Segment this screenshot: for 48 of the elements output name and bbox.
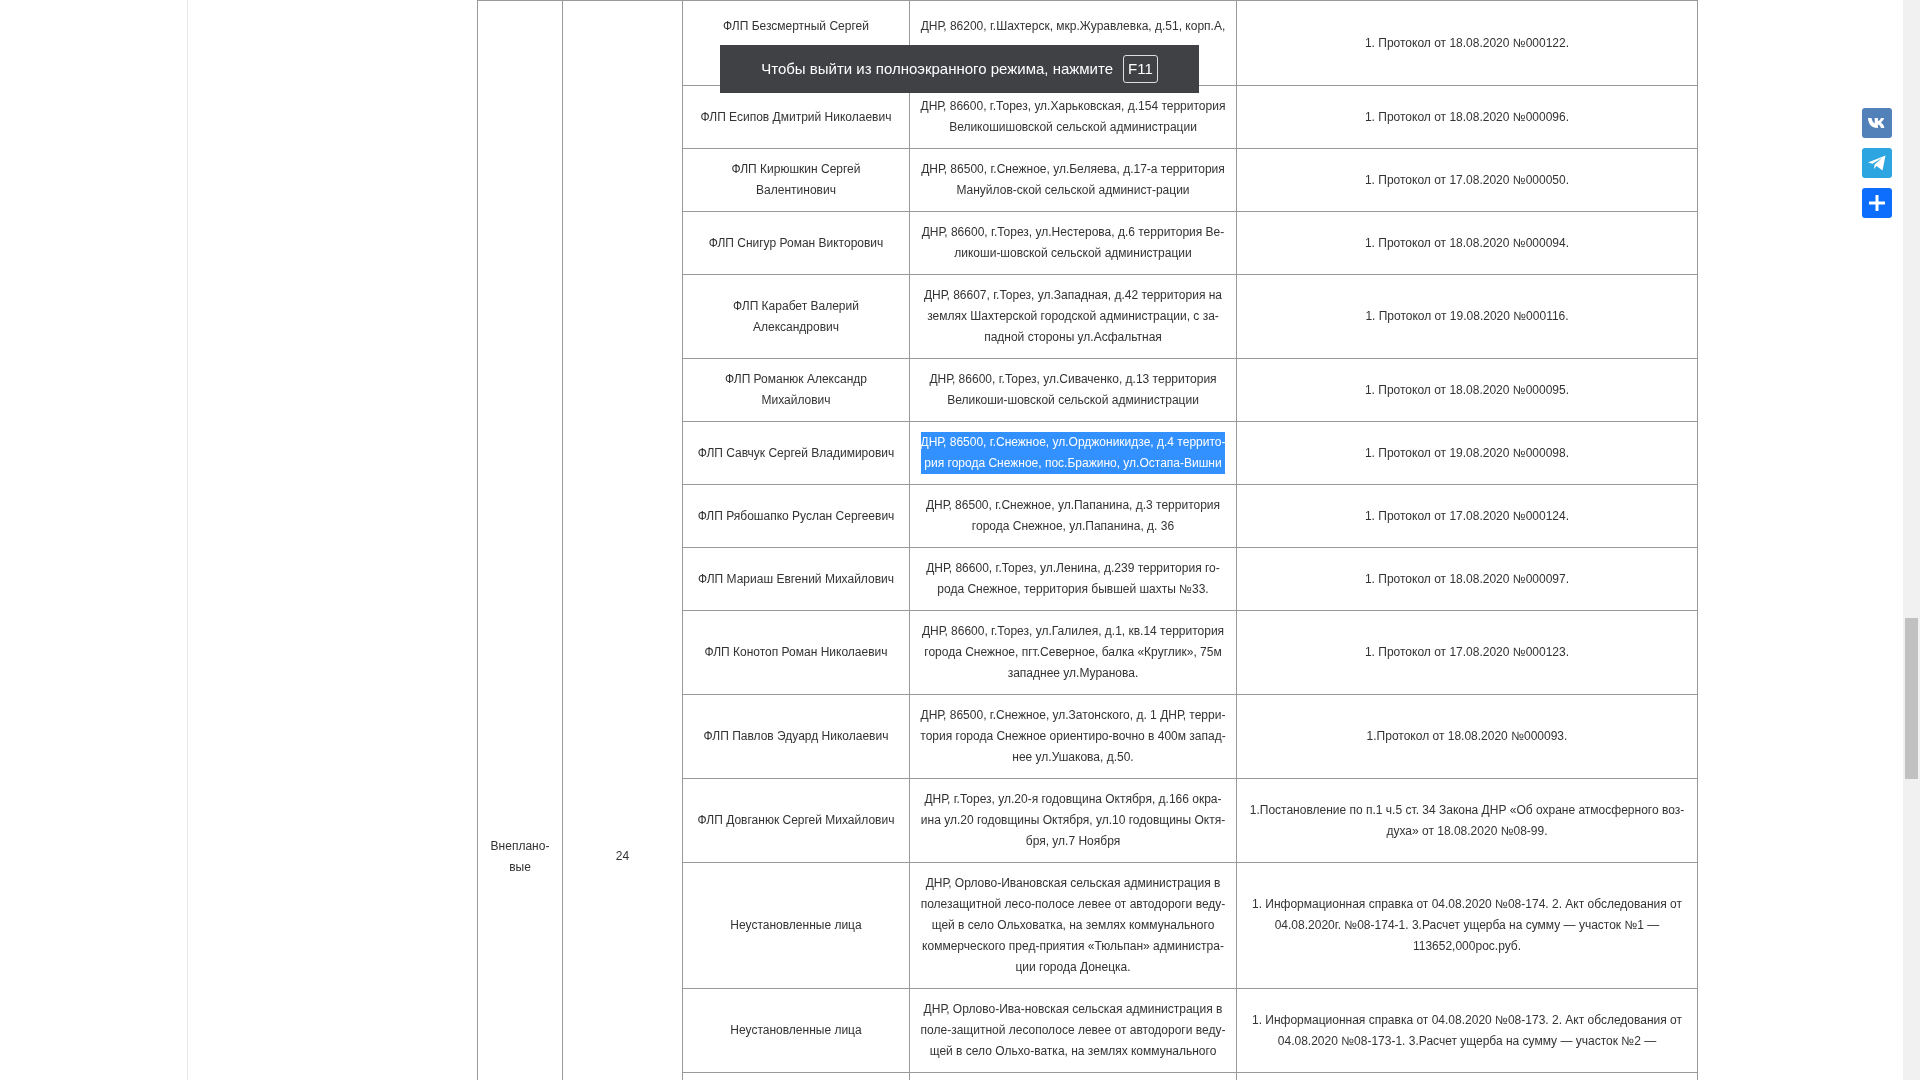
documents-cell: 1. Протокол от 18.08.2020 №000094. (1236, 211, 1698, 275)
address-text: ДНР, 86500, г.Снежное, ул.Затонского, д. 1 ДНР, терри- тория города Снежное ориентиро-вочно в 400м запад- нее ул.Ушакова, д.50. (920, 707, 1226, 766)
address-text: ДНР, 86200, г.Шахтерск, мкр.Журавлевка, д.51, корп.А, (920, 18, 1226, 35)
address-text: ДНР, 86500, г.Снежное, ул.Папанина, д.3 территория города Снежное, ул.Папанина, д. 36 (925, 497, 1221, 535)
documents-cell: 1. Информационная справка от 04.08.2020 №08-173. 2. Акт обследования от 04.08.2020 №08-173-1. 3.Расчет ущерба на сумму — участок №2 — (1236, 988, 1698, 1073)
scrollbar-thumb[interactable] (1905, 618, 1918, 779)
documents-cell: 1. Протокол от 18.08.2020 №000096. (1236, 85, 1698, 149)
name-cell: ФЛП Снигур Роман Викторович (682, 211, 910, 275)
address-text: ДНР, 86600, г.Торез, ул.Ленина, д.239 территория го- рода Снежное, территория бывшей шахты №33. (926, 560, 1220, 598)
documents-cell: 1. Протокол от 18.08.2020 №000097. (1236, 547, 1698, 611)
documents-cell: 1. Протокол от 19.08.2020 №000098. (1236, 421, 1698, 485)
address-text: ДНР, 86600, г.Торез, ул.Галилея, д.1, кв.14 территория города Снежное, пгт.Северное, балка «Круглик», 75м западнее ул.Муранова. (921, 623, 1225, 682)
plus-share-icon[interactable] (1862, 188, 1892, 218)
documents-cell: 1. Протокол от 17.08.2020 №000124. (1236, 484, 1698, 548)
documents-cell: 1. Информационная справка от 04.08.2020 №08-174. 2. Акт обследования от 04.08.2020г. №08-174-1. 3.Расчет ущерба на сумму — участок №1 — 113652,000рос.руб. (1236, 862, 1698, 989)
name-cell: ФЛП Довганюк Сергей Михайлович (682, 778, 910, 863)
documents-cell: 1.Протокол от 18.08.2020 №000093. (1236, 694, 1698, 779)
documents-cell: 1. Протокол от 18.08.2020 №000122. (1236, 0, 1698, 86)
address-text: ДНР, 86600, г.Торез, ул.Нестерова, д.6 территория Ве- ликоши-шовской сельской администрации (921, 224, 1225, 262)
documents-cell: 1. Протокол от 18.08.2020 №000095. (1236, 358, 1698, 422)
name-cell: ФЛП Рябошапко Руслан Сергеевич (682, 484, 910, 548)
documents-cell: 1.Постановление по п.1 ч.5 ст. 34 Закона ДНР «Об охране атмосферного воз- духа» от 18.08.2020 №08-99. (1236, 778, 1698, 863)
name-cell: ФЛП Конотоп Роман Николаевич (682, 610, 910, 695)
name-cell: ФЛП Карабет Валерий Александрович (682, 274, 910, 359)
address-text: ДНР, Орлово-Ива-новская сельская администрация в поле-защитной лесополосе левее от автодороги веду- щей в село Ольхо-ватка, на землях коммунального (920, 1001, 1226, 1060)
vk-share-icon[interactable] (1862, 108, 1892, 138)
documents-cell: 1. Протокол от 17.08.2020 №000123. (1236, 610, 1698, 695)
name-cell: ФЛП Мариаш Евгений Михайлович (682, 547, 910, 611)
count-cell: 24 (562, 0, 683, 1080)
address-text: ДНР, 86600, г.Торез, ул.Харьковская, д.154 территория Великошишовской сельской администрации (920, 98, 1226, 136)
name-cell: ФЛП Кирюшкин Сергей Валентинович (682, 148, 910, 212)
address-text: ДНР, г.Торез, ул.20-я годовщина Октября, д.166 окра- ина ул.20 годовщины Октября, ул.10 годовщины Октя- бря, ул.7 Ноября (920, 791, 1226, 850)
address-text: ДНР, 86500, г.Снежное, ул.Беляева, д.17-а территория Мануйлов-ской сельской админист-рации (921, 161, 1225, 199)
name-cell: ФЛП Павлов Эдуард Николаевич (682, 694, 910, 779)
selected-address-text: ДНР, 86500, г.Снежное, ул.Орджоникидзе, д.4 террито- рия города Снежное, пос.Бражино, ул.Остапа-Вишни (920, 432, 1226, 474)
address-text: ДНР, Орлово-Ивановская сельская администрация в полезащитной лесо-полосе левее от автодороги веду- щей в село Ольховатка, на землях коммунального коммерческого пред-приятия «Тюльпан» администра- ции города Донецка. (920, 875, 1226, 976)
name-cell: Неустановленные лица (682, 862, 910, 989)
key-hint: F11 (1123, 55, 1158, 83)
paper-plane-icon[interactable] (1862, 148, 1892, 178)
scrollbar[interactable] (1903, 0, 1920, 1080)
address-text: ДНР, 86600, г.Торез, ул.Сиваченко, д.13 территория Великоши-шовской сельской администрации (929, 371, 1217, 409)
name-cell: ФЛП Романюк Александр Михайлович (682, 358, 910, 422)
name-cell: ФЛП Савчук Сергей Владимирович (682, 421, 910, 485)
documents-cell: 1. Протокол от 19.08.2020 №000116. (1236, 274, 1698, 359)
category-cell: Внеплано- вые (477, 0, 563, 1080)
address-text: ДНР, 86607, г.Торез, ул.Западная, д.42 территория на землях Шахтерской городской администрации, с за- падной стороны ул.Асфальтная (923, 287, 1223, 346)
documents-cell: 1. Протокол от 17.08.2020 №000050. (1236, 148, 1698, 212)
name-cell: Неустановленные лица (682, 988, 910, 1073)
